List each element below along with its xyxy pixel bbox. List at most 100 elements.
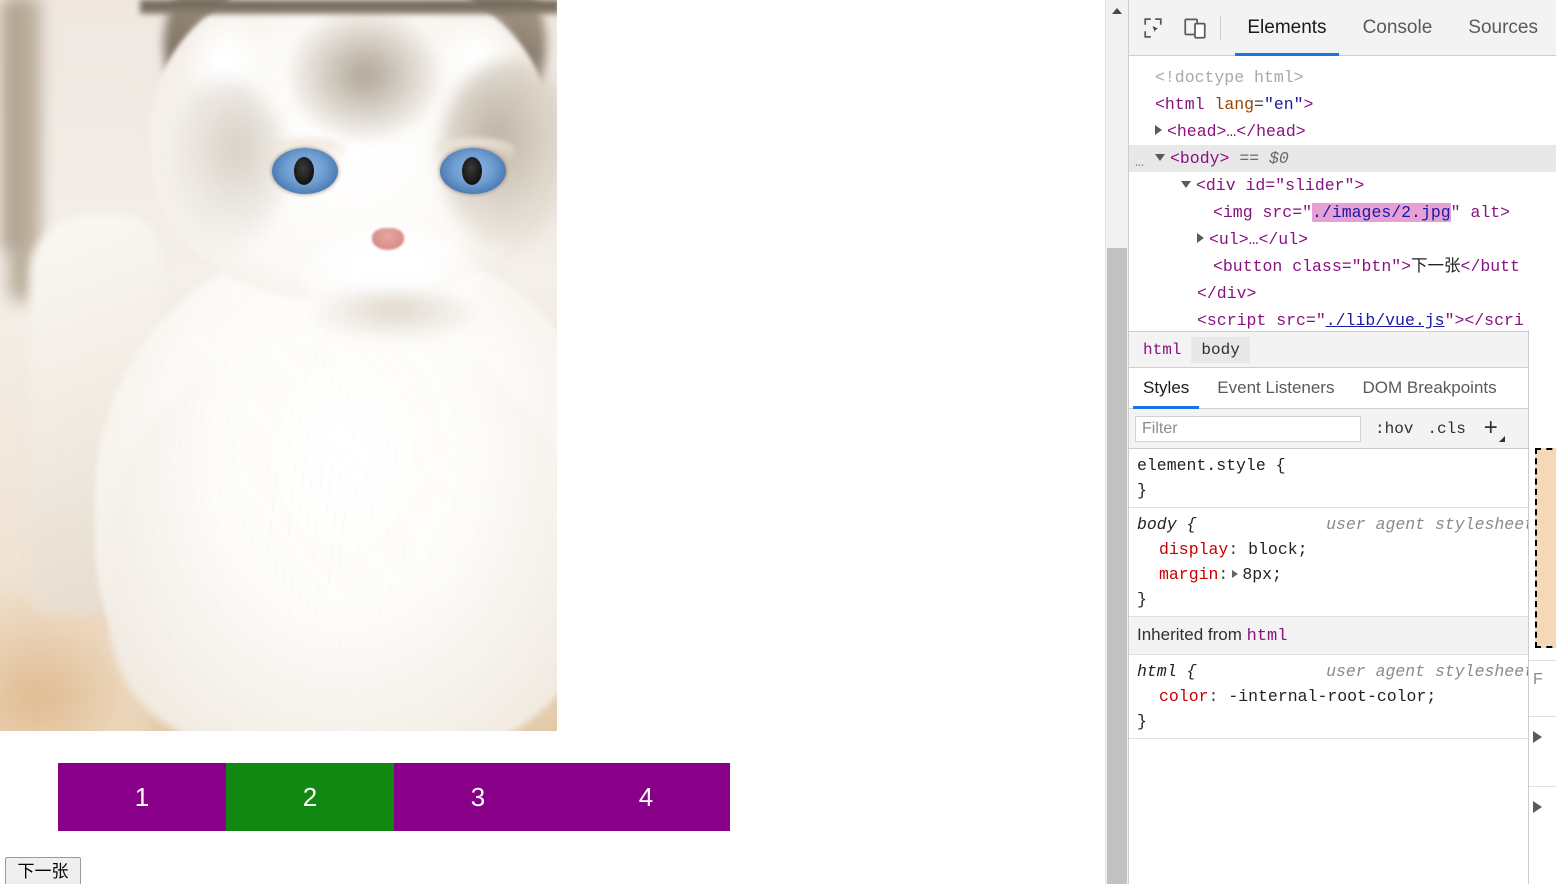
declaration-property[interactable]: display: [1137, 540, 1228, 559]
img-src-value[interactable]: ./images/2.jpg: [1312, 203, 1451, 222]
dom-breadcrumb: html body: [1129, 331, 1556, 367]
rule-origin: user agent stylesheet: [1326, 515, 1534, 534]
declaration-property[interactable]: color: [1137, 687, 1209, 706]
html-tag-close: >: [1303, 95, 1314, 114]
toolbar-divider: [1220, 15, 1222, 40]
inherited-label: Inherited from: [1137, 625, 1242, 644]
colon: :: [1218, 565, 1229, 584]
slider-image[interactable]: [0, 0, 557, 731]
triangle-up-icon: [1112, 8, 1122, 14]
scrollbar-up-arrow[interactable]: [1106, 0, 1128, 22]
thumbnail-item-3[interactable]: 3: [394, 763, 562, 831]
img-open-text: <img src=": [1213, 203, 1313, 222]
hov-toggle-button[interactable]: :hov: [1375, 420, 1413, 438]
styles-rules-list: element.style { } body { user agent styl…: [1129, 449, 1556, 739]
thumbnail-item-1[interactable]: 1: [58, 763, 226, 831]
plus-icon: +: [1483, 413, 1498, 441]
expand-head-icon[interactable]: [1155, 125, 1162, 135]
dom-line-img[interactable]: <img src="./images/2.jpg" alt>: [1129, 199, 1556, 226]
chevron-right-icon[interactable]: [1533, 731, 1542, 743]
styles-filter-input[interactable]: [1135, 415, 1361, 442]
html-lang-value: "en": [1263, 95, 1304, 114]
dom-line-head[interactable]: <head>…</head>: [1129, 118, 1556, 145]
colon: :: [1208, 687, 1229, 706]
breadcrumb-html[interactable]: html: [1133, 337, 1191, 363]
devtools-tab-bar: Elements Console Sources: [1229, 0, 1556, 56]
expand-ul-icon[interactable]: [1197, 233, 1204, 243]
declaration-value[interactable]: block;: [1248, 540, 1307, 559]
next-image-button[interactable]: 下一张: [5, 857, 81, 884]
styles-sidebar-tab-bar: Styles Event Listeners DOM Breakpoints: [1129, 367, 1556, 409]
tab-styles[interactable]: Styles: [1129, 368, 1203, 409]
rule-element-style[interactable]: element.style { }: [1129, 449, 1556, 508]
thumbnail-item-4[interactable]: 4: [562, 763, 730, 831]
cat-fur-texture: [0, 0, 557, 731]
collapse-body-icon[interactable]: [1155, 154, 1165, 161]
rule-html[interactable]: html { user agent stylesheet color: -int…: [1129, 655, 1556, 739]
slider-div-text: <div id="slider">: [1196, 176, 1365, 195]
computed-styles-pane: F: [1528, 330, 1556, 884]
rule-close-brace: }: [1137, 481, 1147, 500]
expand-shorthand-icon[interactable]: [1232, 570, 1239, 578]
dom-line-body[interactable]: … <body> == $0: [1129, 145, 1556, 172]
declaration[interactable]: color: -internal-root-color;: [1137, 684, 1548, 709]
div-close-text: </div>: [1197, 284, 1257, 303]
tab-event-listeners[interactable]: Event Listeners: [1203, 368, 1348, 408]
computed-filter-input[interactable]: F: [1533, 671, 1543, 689]
page-viewport: 1 2 3 4 下一张: [0, 0, 1105, 884]
dom-line-script[interactable]: <script src="./lib/vue.js"></scri: [1129, 307, 1556, 331]
body-selected-marker: == $0: [1239, 149, 1289, 168]
rule-close-brace: }: [1137, 590, 1147, 609]
device-toolbar-icon: [1183, 17, 1206, 39]
rule-close-brace: }: [1137, 712, 1147, 731]
computed-section-row[interactable]: [1529, 786, 1556, 832]
dom-line-button[interactable]: <button class="btn">下一张</butt: [1129, 253, 1556, 280]
rule-selector: html {: [1137, 662, 1197, 681]
button-open-text: <button class="btn">: [1213, 257, 1412, 276]
dom-line-html[interactable]: <html lang="en">: [1129, 91, 1556, 118]
thumbnail-item-2[interactable]: 2: [226, 763, 394, 831]
declaration-value[interactable]: 8px;: [1242, 565, 1282, 584]
script-close-text: "></scri: [1444, 311, 1524, 330]
computed-section-row[interactable]: [1529, 716, 1556, 762]
cls-toggle-button[interactable]: .cls: [1427, 420, 1465, 438]
ul-collapsed-text: <ul>…</ul>: [1209, 230, 1309, 249]
cat-head-top-crop: [140, 0, 557, 14]
collapse-slider-icon[interactable]: [1181, 181, 1191, 188]
tab-sources[interactable]: Sources: [1450, 0, 1556, 56]
declaration[interactable]: display: block;: [1137, 537, 1548, 562]
dom-line-ul[interactable]: <ul>…</ul>: [1129, 226, 1556, 253]
box-model-diagram[interactable]: [1535, 448, 1556, 648]
browser-window: 1 2 3 4 下一张 Elements Console Sources <!d…: [0, 0, 1556, 884]
html-lang-attr: lang: [1214, 95, 1255, 114]
inspect-element-button[interactable]: [1135, 8, 1171, 48]
styles-filter-row: :hov .cls +: [1129, 409, 1556, 449]
dom-tree[interactable]: <!doctype html> <html lang="en"> <head>……: [1129, 56, 1556, 331]
new-style-rule-button[interactable]: +: [1480, 415, 1505, 442]
rule-body[interactable]: body { user agent stylesheet display: bl…: [1129, 508, 1556, 617]
body-tag-text: <body>: [1170, 149, 1230, 168]
declaration[interactable]: margin: 8px;: [1137, 562, 1548, 587]
img-close-text: " alt>: [1450, 203, 1511, 222]
page-scrollbar[interactable]: [1105, 0, 1128, 884]
rule-origin: user agent stylesheet: [1326, 662, 1534, 681]
tab-dom-breakpoints[interactable]: DOM Breakpoints: [1348, 368, 1510, 408]
scrollbar-thumb[interactable]: [1107, 248, 1127, 884]
inherited-from-header: Inherited from html: [1129, 617, 1556, 655]
rule-selector: body {: [1137, 515, 1197, 534]
html-eq: =: [1254, 95, 1264, 114]
script-src-value[interactable]: ./lib/vue.js: [1326, 311, 1445, 330]
rule-header: html { user agent stylesheet: [1137, 659, 1548, 684]
declaration-value[interactable]: -internal-root-color;: [1228, 687, 1436, 706]
dom-line-slider[interactable]: <div id="slider">: [1129, 172, 1556, 199]
device-toolbar-button[interactable]: [1177, 8, 1213, 48]
chevron-right-icon[interactable]: [1533, 801, 1542, 813]
html-tag-text: <html: [1155, 95, 1215, 114]
declaration-property[interactable]: margin: [1137, 565, 1218, 584]
slider-thumbnail-list: 1 2 3 4: [58, 763, 730, 831]
tab-console[interactable]: Console: [1345, 0, 1451, 56]
tab-elements[interactable]: Elements: [1229, 0, 1344, 56]
devtools-panel: Elements Console Sources <!doctype html>…: [1128, 0, 1556, 884]
doctype-text: <!doctype html>: [1155, 68, 1304, 87]
breadcrumb-body[interactable]: body: [1191, 336, 1250, 363]
